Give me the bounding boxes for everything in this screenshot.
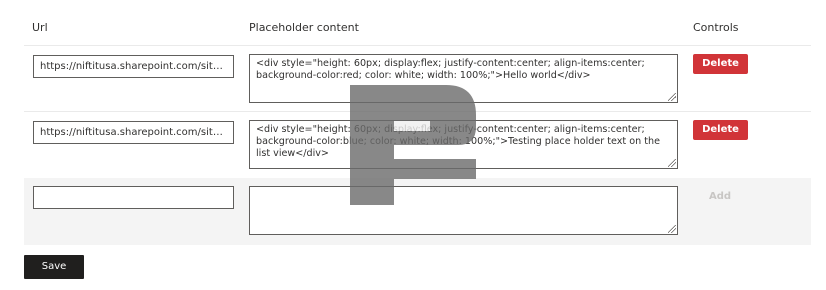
logo-watermark-icon	[350, 85, 476, 205]
header-placeholder-content: Placeholder content	[249, 21, 359, 34]
header-url: Url	[32, 21, 48, 34]
header-controls: Controls	[693, 21, 739, 34]
add-button[interactable]: Add	[705, 191, 735, 207]
url-field[interactable]: https://niftitusa.sharepoint.com/sites/.…	[33, 121, 234, 144]
resize-grip-icon[interactable]	[668, 93, 676, 101]
delete-button[interactable]: Delete	[693, 120, 748, 140]
delete-button[interactable]: Delete	[693, 54, 748, 74]
resize-grip-icon[interactable]	[668, 225, 676, 233]
placeholder-content-text: <div style="height: 60px; display:flex; …	[256, 58, 645, 81]
new-url-field[interactable]	[33, 186, 234, 209]
url-field[interactable]: https://niftitusa.sharepoint.com/sites/.…	[33, 55, 234, 78]
save-button[interactable]: Save	[24, 255, 84, 279]
resize-grip-icon[interactable]	[668, 159, 676, 167]
